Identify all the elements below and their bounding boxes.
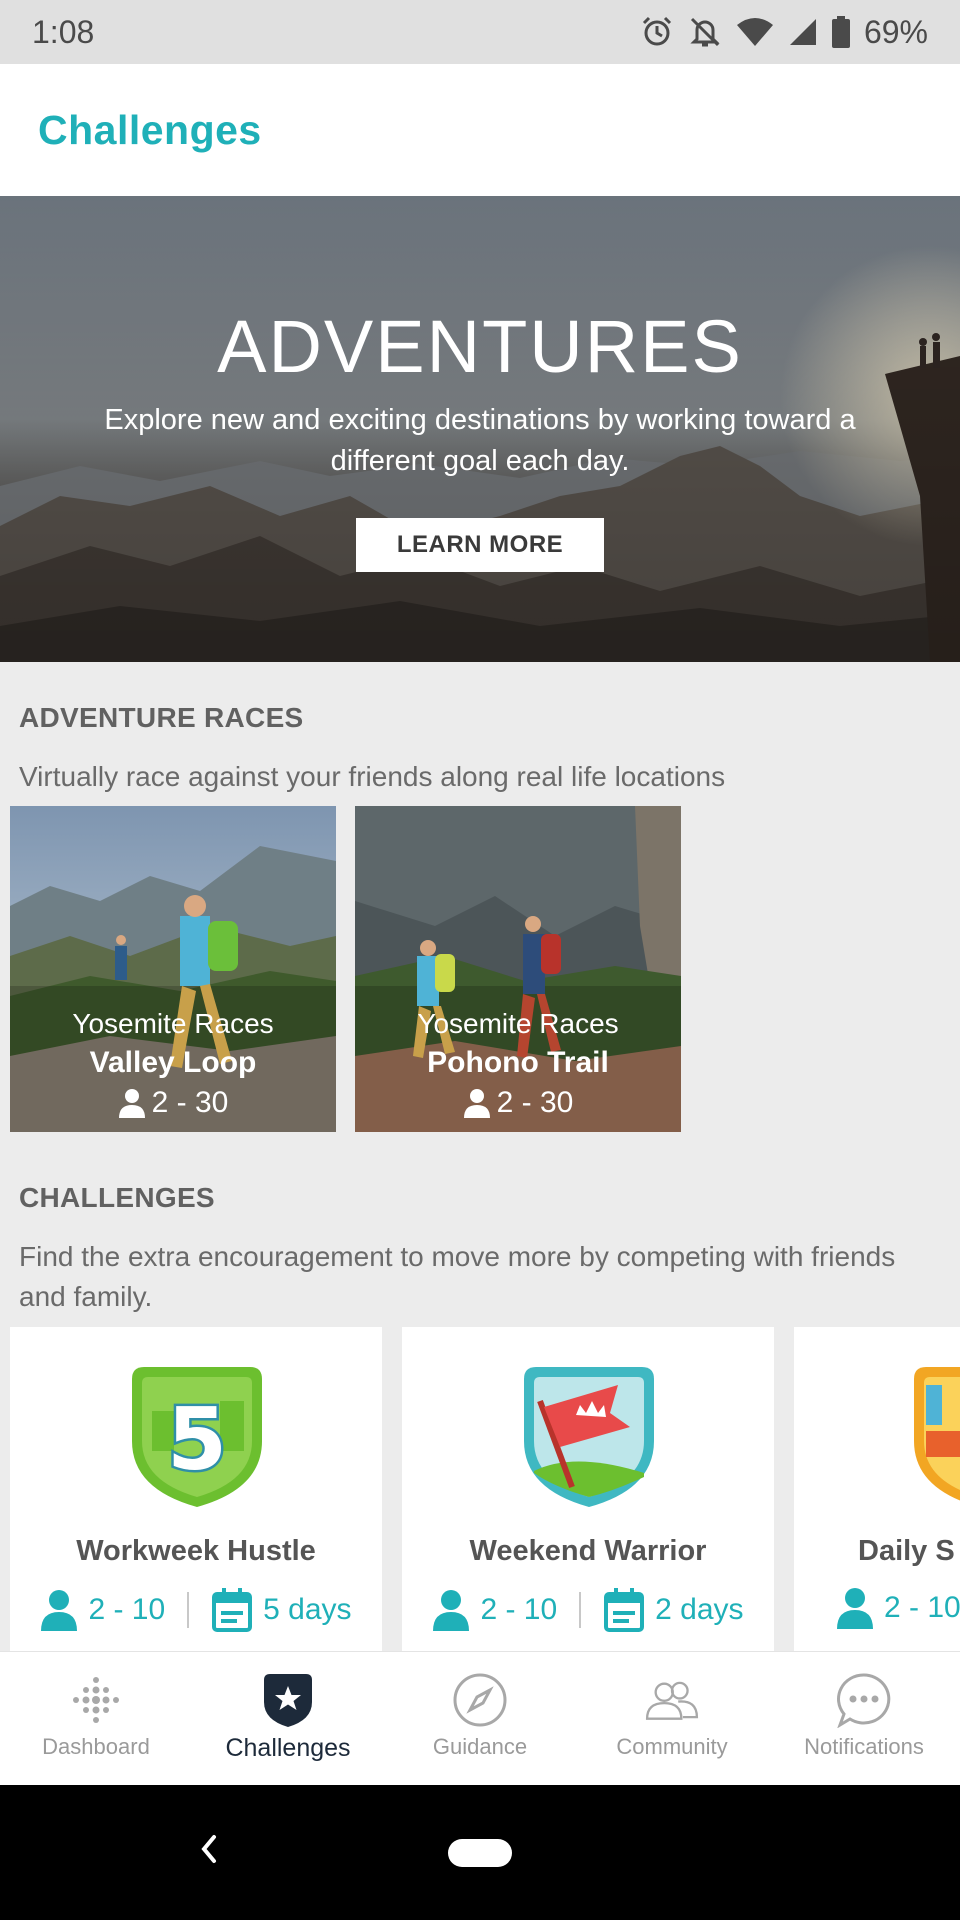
divider [579, 1592, 582, 1628]
alarm-icon [642, 16, 672, 46]
nav-label: Dashboard [42, 1734, 150, 1759]
flag-badge-icon [524, 1367, 654, 1507]
race-name: Pohono Trail [427, 1046, 609, 1079]
challenge-name: Weekend Warrior [469, 1535, 707, 1567]
people-icon [644, 1672, 700, 1728]
race-players: 2 - 30 [355, 1086, 681, 1120]
status-time: 1:08 [32, 13, 95, 50]
status-bar: 1:08 69% [0, 0, 960, 64]
race-series: Yosemite Races [417, 1008, 619, 1039]
battery-icon [831, 16, 850, 48]
challenge-card-daily[interactable]: Daily S 2 - 10 [794, 1327, 960, 1651]
nav-challenges[interactable]: Challenges [192, 1652, 384, 1785]
challenge-name: Daily S [858, 1535, 955, 1567]
race-players-count: 2 - 30 [496, 1086, 574, 1119]
status-icons: 69% [640, 14, 928, 51]
calendar-icon [604, 1588, 645, 1632]
challenges-heading: CHALLENGES [19, 1182, 215, 1213]
race-series: Yosemite Races [72, 1008, 274, 1039]
race-card-pohono-trail[interactable]: Yosemite Races Pohono Trail 2 - 30 [355, 806, 681, 1132]
page-title: Challenges [38, 106, 262, 153]
adventure-races-subtitle: Virtually race against your friends alon… [19, 761, 726, 792]
adventures-hero-banner[interactable]: ADVENTURES Explore new and exciting dest… [0, 196, 960, 662]
star-shield-icon [260, 1672, 316, 1728]
app-header: Challenges [0, 64, 960, 196]
challenge-meta: 2 - 10 5 days [10, 1587, 382, 1633]
nav-notifications[interactable]: Notifications [768, 1652, 960, 1785]
signal-icon [789, 19, 816, 45]
challenge-meta: 2 - 10 2 days [402, 1587, 774, 1633]
nav-label: Guidance [432, 1734, 528, 1759]
hero-title: ADVENTURES [217, 305, 743, 388]
person-icon [41, 1590, 78, 1631]
race-name: Valley Loop [89, 1046, 257, 1079]
bottom-navigation: Dashboard Challenges Guidance Community … [0, 1651, 960, 1785]
compass-icon [452, 1672, 508, 1728]
svg-text:5: 5 [167, 1390, 227, 1490]
challenge-card-workweek-hustle[interactable]: 5 Workweek Hustle 2 - 10 5 days [10, 1327, 382, 1651]
hikers-image [10, 806, 336, 1132]
system-navigation-bar [0, 1785, 960, 1920]
shoe-badge-icon [914, 1367, 960, 1501]
nav-label: Community [616, 1734, 728, 1759]
challenge-players: 2 - 10 [884, 1591, 960, 1624]
back-icon[interactable] [196, 1831, 220, 1867]
battery-percent: 69% [863, 13, 928, 50]
chat-dots-icon [836, 1672, 892, 1728]
race-card-valley-loop[interactable]: Yosemite Races Valley Loop 2 - 30 [10, 806, 336, 1132]
wifi-icon [736, 18, 773, 46]
challenge-card-weekend-warrior[interactable]: Weekend Warrior 2 - 10 2 days [402, 1327, 774, 1651]
bell-off-icon [690, 17, 720, 47]
challenge-players: 2 - 10 [480, 1593, 558, 1626]
challenges-subtitle: Find the extra encouragement to move mor… [19, 1241, 896, 1312]
nav-label: Challenges [225, 1734, 351, 1762]
challenge-duration: 5 days [263, 1593, 352, 1626]
nav-community[interactable]: Community [576, 1652, 768, 1785]
learn-more-button[interactable]: LEARN MORE [356, 518, 604, 572]
divider [187, 1592, 190, 1628]
person-icon [463, 1089, 490, 1118]
nav-label: Notifications [804, 1734, 924, 1759]
challenge-duration: 2 days [655, 1593, 744, 1626]
nav-dashboard[interactable]: Dashboard [0, 1652, 192, 1785]
calendar-icon [212, 1588, 253, 1632]
race-players: 2 - 30 [10, 1086, 336, 1120]
adventure-races-heading: ADVENTURE RACES [19, 702, 304, 733]
person-icon [433, 1590, 470, 1631]
hikers-image [355, 806, 681, 1132]
hero-description: Explore new and exciting destinations by… [104, 404, 856, 477]
challenge-meta: 2 - 10 [836, 1587, 960, 1629]
race-players-count: 2 - 30 [151, 1086, 229, 1119]
five-badge-icon: 5 [132, 1367, 262, 1507]
person-icon [118, 1089, 145, 1118]
dots-grid-icon [68, 1672, 124, 1728]
person-icon [837, 1588, 873, 1629]
home-pill-button[interactable] [448, 1839, 512, 1867]
nav-guidance[interactable]: Guidance [384, 1652, 576, 1785]
challenge-name: Workweek Hustle [76, 1535, 316, 1567]
challenge-players: 2 - 10 [88, 1593, 166, 1626]
